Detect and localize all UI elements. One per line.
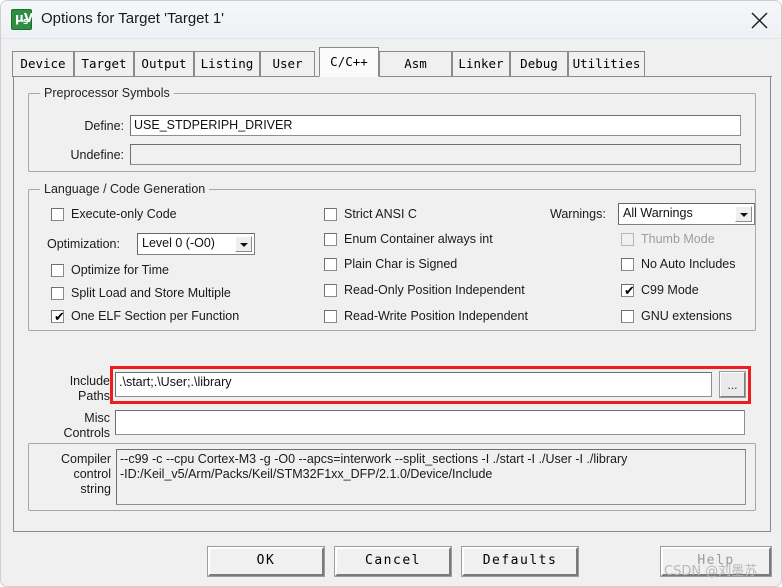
language-code-generation-group: Language / Code Generation Execute-only … <box>28 182 756 331</box>
checkbox-box <box>621 310 634 323</box>
include-paths-label-line1: Include <box>69 374 110 388</box>
checkbox-box: ✔ <box>51 309 65 324</box>
compiler-control-label-line3: string <box>80 482 111 496</box>
ellipsis-icon: ... <box>727 377 738 392</box>
tab-asm[interactable]: Asm <box>379 51 452 76</box>
include-paths-label-line2: Paths <box>78 389 110 403</box>
tab-listing[interactable]: Listing <box>194 51 260 76</box>
checkbox-label: Read-Only Position Independent <box>344 283 525 297</box>
checkbox-label: Split Load and Store Multiple <box>71 286 231 300</box>
cpp-tab-page: Preprocessor Symbols Define: USE_STDPERI… <box>13 77 771 532</box>
checkbox-box <box>324 258 337 271</box>
compiler-control-string-group: Compiler control string --c99 -c --cpu C… <box>28 443 756 511</box>
misc-controls-input[interactable] <box>115 410 745 435</box>
checkbox-box <box>621 233 634 246</box>
checkbox-label: Optimize for Time <box>71 263 169 277</box>
checkbox-label: Enum Container always int <box>344 232 493 246</box>
checkbox-box <box>324 233 337 246</box>
checkbox-label: Thumb Mode <box>641 232 715 246</box>
checkbox-box <box>324 208 337 221</box>
chevron-down-icon[interactable] <box>235 236 252 252</box>
cancel-button[interactable]: Cancel <box>334 546 452 577</box>
checkbox-box <box>51 264 64 277</box>
chevron-down-icon[interactable] <box>735 206 752 222</box>
checkbox-box <box>621 258 634 271</box>
checkbox-label: GNU extensions <box>641 309 733 323</box>
tab-device[interactable]: Device <box>12 51 74 76</box>
uvision-icon-glyph-bottom: s <box>23 17 29 27</box>
uvision-icon: µV s <box>11 9 33 30</box>
button-label: Defaults <box>482 553 558 568</box>
warnings-select[interactable]: All Warnings <box>618 203 755 225</box>
checkbox-label: Plain Char is Signed <box>344 257 458 271</box>
checkbox-box: ✔ <box>621 283 635 298</box>
undefine-label: Undefine: <box>70 148 124 162</box>
preprocessor-symbols-title: Preprocessor Symbols <box>40 86 174 100</box>
checkbox-label: Strict ANSI C <box>344 207 417 221</box>
warnings-label: Warnings: <box>550 207 606 221</box>
preprocessor-symbols-group: Preprocessor Symbols Define: USE_STDPERI… <box>28 86 756 172</box>
checkbox-box <box>324 310 337 323</box>
warnings-value: All Warnings <box>623 206 693 220</box>
tab-linker[interactable]: Linker <box>452 51 510 76</box>
checkbox-label: One ELF Section per Function <box>71 309 240 323</box>
checkbox-box <box>51 287 64 300</box>
compiler-control-label-line2: control <box>73 467 111 481</box>
checkbox-label: Execute-only Code <box>71 207 177 221</box>
close-icon[interactable] <box>737 1 781 38</box>
checkbox-label: No Auto Includes <box>641 257 736 271</box>
defaults-button[interactable]: Defaults <box>461 546 579 577</box>
checkbox-box <box>324 284 337 297</box>
define-input[interactable]: USE_STDPERIPH_DRIVER <box>130 115 741 136</box>
tab-c-c[interactable]: C/C++ <box>319 47 379 77</box>
optimization-label: Optimization: <box>47 237 120 251</box>
optimization-value: Level 0 (-O0) <box>142 236 215 250</box>
tab-output[interactable]: Output <box>134 51 194 76</box>
checkbox-box <box>51 208 64 221</box>
title-bar: µV s Options for Target 'Target 1' <box>1 1 781 39</box>
checkbox-label: C99 Mode <box>641 283 699 297</box>
checkbox-label: Read-Write Position Independent <box>344 309 528 323</box>
ok-button[interactable]: OK <box>207 546 325 577</box>
options-dialog: µV s Options for Target 'Target 1' Devic… <box>0 0 782 587</box>
language-code-generation-title: Language / Code Generation <box>40 182 210 196</box>
compiler-control-label-line1: Compiler <box>60 452 111 466</box>
help-button: Help <box>660 546 772 577</box>
tab-user[interactable]: User <box>260 51 315 76</box>
tab-debug[interactable]: Debug <box>510 51 568 76</box>
tab-target[interactable]: Target <box>74 51 134 76</box>
tab-utilities[interactable]: Utilities <box>568 51 645 76</box>
compiler-control-string-text: --c99 -c --cpu Cortex-M3 -g -O0 --apcs=i… <box>116 449 746 505</box>
tab-strip: Device Target Output Listing User C/C++ Asm Lin… <box>12 47 772 77</box>
button-label: Help <box>697 553 735 568</box>
undefine-input[interactable] <box>130 144 741 165</box>
misc-controls-label-line2: Controls <box>63 426 110 440</box>
include-paths-browse-button[interactable]: ... <box>719 371 746 398</box>
button-label: Cancel <box>365 553 421 568</box>
misc-controls-label-line1: Misc <box>84 411 110 425</box>
define-label: Define: <box>84 119 124 133</box>
include-paths-input[interactable]: .\start;.\User;.\library <box>115 372 712 397</box>
button-label: OK <box>256 553 276 568</box>
window-title: Options for Target 'Target 1' <box>41 10 225 27</box>
optimization-select[interactable]: Level 0 (-O0) <box>137 233 255 255</box>
